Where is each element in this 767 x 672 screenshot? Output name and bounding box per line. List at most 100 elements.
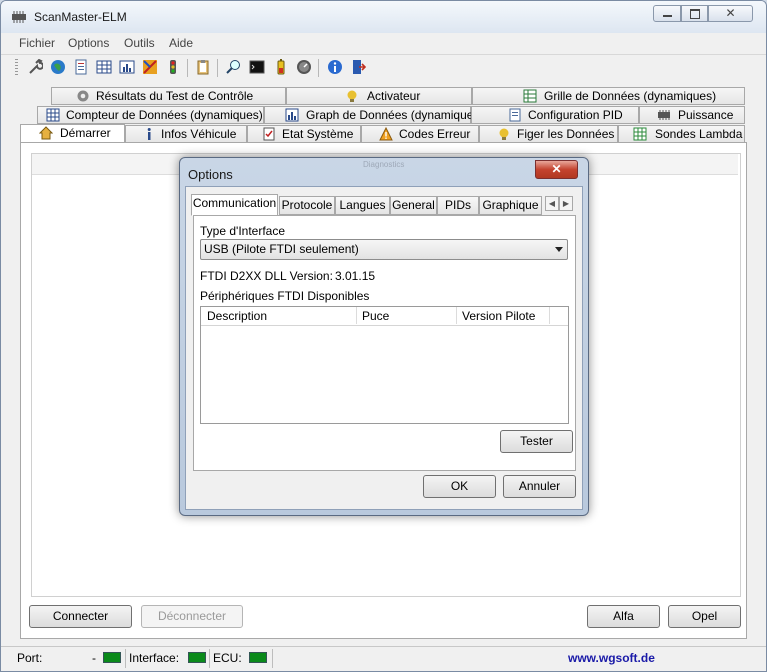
info-icon	[147, 128, 151, 140]
maximize-button[interactable]	[681, 5, 708, 22]
tab-configuration-pid[interactable]: Configuration PID	[471, 106, 639, 124]
close-icon: ✕	[725, 6, 736, 20]
battery-icon[interactable]	[273, 59, 289, 75]
tab-compteur-donnees[interactable]: Compteur de Données (dynamiques)	[37, 106, 264, 124]
graph-icon[interactable]	[119, 59, 135, 75]
tab-infos-vehicule[interactable]: Infos Véhicule	[125, 125, 247, 143]
dialog-body: Communication Protocole Langues General …	[185, 186, 583, 510]
port-label: Port:	[17, 651, 43, 665]
tab-label: Codes Erreur	[399, 127, 471, 141]
opel-button[interactable]: Opel	[668, 605, 741, 628]
interface-type-value: USB (Pilote FTDI seulement)	[204, 242, 359, 256]
tab-graphique[interactable]: Graphique	[479, 196, 542, 215]
tab-label: Résultats du Test de Contrôle	[96, 89, 254, 103]
list-header: Description Puce Version Pilote	[201, 307, 568, 326]
tab-activateur[interactable]: Activateur	[286, 87, 472, 105]
traffic-light-icon[interactable]	[165, 59, 181, 75]
exit-icon[interactable]	[350, 59, 366, 75]
tab-pids[interactable]: PIDs	[437, 196, 479, 215]
test-button[interactable]: Tester	[500, 430, 573, 453]
dialog-background-title: Diagnostics	[363, 160, 405, 169]
page-icon[interactable]	[73, 59, 89, 75]
tab-graph-donnees[interactable]: Graph de Données (dynamiques)	[264, 106, 483, 124]
website-link[interactable]: www.wgsoft.de	[568, 651, 655, 665]
tab-communication[interactable]: Communication	[191, 194, 278, 216]
ok-button[interactable]: OK	[423, 475, 496, 498]
globe-icon[interactable]	[50, 59, 66, 75]
home-icon	[39, 126, 53, 140]
tab-puissance[interactable]: Puissance	[639, 106, 745, 124]
column-version-pilote[interactable]: Version Pilote	[462, 309, 535, 323]
tab-label: Puissance	[678, 108, 734, 122]
interface-type-select[interactable]: USB (Pilote FTDI seulement)	[200, 239, 568, 260]
window-title: ScanMaster-ELM	[34, 10, 127, 24]
dialog-title: Options	[188, 167, 233, 182]
clipboard-icon[interactable]	[195, 59, 211, 75]
lightbulb-icon	[347, 90, 357, 102]
gauge-icon[interactable]	[296, 59, 312, 75]
wrench-icon[interactable]	[27, 59, 43, 75]
settings-icon[interactable]	[142, 59, 158, 75]
checklist-icon	[263, 127, 275, 141]
gear-icon	[77, 90, 89, 102]
interface-type-label: Type d'Interface	[200, 224, 286, 238]
status-separator	[272, 649, 273, 668]
devices-label: Périphériques FTDI Disponibles	[200, 289, 370, 303]
app-chip-icon	[12, 11, 26, 23]
lightbulb-icon	[499, 128, 509, 140]
main-window: ScanMaster-ELM ✕ Fichier Options Outils …	[0, 0, 767, 672]
search-icon[interactable]	[226, 59, 242, 75]
tab-general[interactable]: General	[390, 196, 437, 215]
column-separator	[549, 307, 550, 324]
tab-label: Sondes Lambda	[655, 127, 743, 141]
column-description[interactable]: Description	[207, 309, 267, 323]
tab-figer-donnees[interactable]: Figer les Données	[479, 125, 618, 143]
connect-button[interactable]: Connecter	[29, 605, 132, 628]
tab-label: Graph de Données (dynamiques)	[306, 108, 484, 122]
tab-scroll-left-icon[interactable]: ◀	[545, 196, 559, 211]
column-separator	[456, 307, 457, 324]
toolbar-separator	[187, 59, 188, 77]
tab-demarrer[interactable]: Démarrer	[20, 124, 125, 144]
tab-langues[interactable]: Langues	[335, 196, 390, 215]
chip-icon	[658, 110, 670, 120]
terminal-icon[interactable]	[249, 59, 265, 75]
tab-sondes-lambda[interactable]: Sondes Lambda	[618, 125, 745, 143]
cancel-button[interactable]: Annuler	[503, 475, 576, 498]
toolbar-separator	[318, 59, 319, 77]
minimize-button[interactable]	[653, 5, 681, 22]
menu-fichier[interactable]: Fichier	[19, 36, 55, 50]
menu-aide[interactable]: Aide	[169, 36, 193, 50]
tab-protocole[interactable]: Protocole	[279, 196, 335, 215]
tab-label: Compteur de Données (dynamiques)	[66, 108, 263, 122]
page-icon	[509, 108, 521, 122]
grid-icon	[523, 89, 537, 103]
communication-panel: Type d'Interface USB (Pilote FTDI seulem…	[193, 215, 576, 471]
toolbar-separator	[217, 59, 218, 77]
status-bar: Port: - Interface: ECU: www.wgsoft.de	[1, 646, 766, 671]
ftdi-devices-list[interactable]: Description Puce Version Pilote	[200, 306, 569, 424]
dll-version-value: 3.01.15	[335, 269, 376, 283]
column-separator	[356, 307, 357, 324]
menu-options[interactable]: Options	[68, 36, 109, 50]
tab-etat-systeme[interactable]: Etat Système	[247, 125, 361, 143]
tab-scroll-right-icon[interactable]: ▶	[559, 196, 573, 211]
chevron-down-icon	[555, 247, 563, 252]
close-icon: ✕	[551, 162, 562, 176]
tab-codes-erreur[interactable]: Codes Erreur	[361, 125, 479, 143]
column-puce[interactable]: Puce	[362, 309, 389, 323]
tab-resultats-test-controle[interactable]: Résultats du Test de Contrôle	[51, 87, 286, 105]
info-icon[interactable]	[327, 59, 343, 75]
port-status-led	[103, 652, 121, 663]
options-dialog: Diagnostics Options ✕ Communication Prot…	[179, 157, 589, 516]
dialog-close-button[interactable]: ✕	[535, 160, 578, 179]
menu-outils[interactable]: Outils	[124, 36, 155, 50]
tab-grille-donnees[interactable]: Grille de Données (dynamiques)	[472, 87, 745, 105]
tab-label: Configuration PID	[528, 108, 623, 122]
grid-icon[interactable]	[96, 59, 112, 75]
tab-label: Démarrer	[60, 126, 111, 140]
disconnect-button[interactable]: Déconnecter	[141, 605, 243, 628]
alfa-button[interactable]: Alfa	[587, 605, 660, 628]
close-button[interactable]: ✕	[708, 5, 753, 22]
menu-bar: Fichier Options Outils Aide	[1, 33, 766, 53]
